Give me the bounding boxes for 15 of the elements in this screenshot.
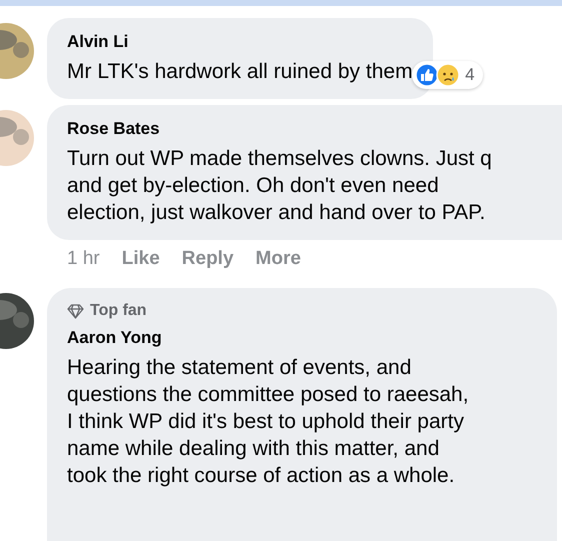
action-link[interactable]: More [256, 248, 301, 270]
badge-label: Top fan [90, 301, 147, 321]
action-link[interactable]: Reply [182, 248, 234, 270]
author-name[interactable]: Alvin Li [67, 30, 413, 54]
sad-face-icon [436, 63, 460, 87]
diamond-icon [67, 304, 84, 318]
author-name[interactable]: Aaron Yong [67, 326, 537, 350]
comment-text: Turn out WP made themselves clowns. Just q and get by-election. Oh don't even need election, just walkover and hand over to PAP. [67, 146, 493, 226]
comment-text: Hearing the statement of events, and questions the committee posed to raeesah, I think WP did it's best to uphold their party name while dealing with this matter, and took the right course of action as a whole. [67, 355, 470, 489]
author-name[interactable]: Rose Bates [67, 117, 562, 141]
reaction-summary[interactable]: 4 [412, 61, 483, 89]
comment-text: Mr LTK's hardwork all ruined by them [67, 59, 413, 85]
like-icon [415, 63, 440, 87]
action-link[interactable]: Like [122, 248, 160, 270]
timestamp[interactable]: 1 hr [67, 248, 100, 270]
